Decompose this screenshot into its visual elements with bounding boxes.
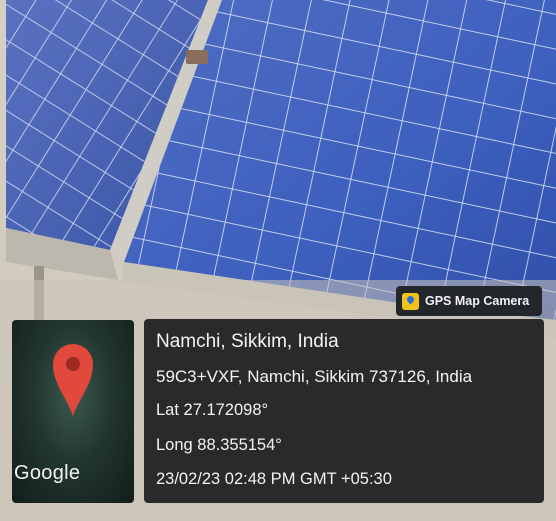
address: 59C3+VXF, Namchi, Sikkim 737126, India [156,367,473,386]
location-pin-icon [53,344,93,416]
google-logo: Google [14,462,81,484]
gps-map-camera-badge: GPS Map Camera [396,286,542,316]
badge-label: GPS Map Camera [425,294,530,308]
place-name: Namchi, Sikkim, India [156,331,339,352]
gps-map-camera-app-icon [402,292,419,310]
latitude: Lat 27.172098° [156,401,269,419]
timestamp: 23/02/23 02:48 PM GMT +05:30 [156,470,392,488]
longitude: Long 88.355154° [156,436,282,454]
